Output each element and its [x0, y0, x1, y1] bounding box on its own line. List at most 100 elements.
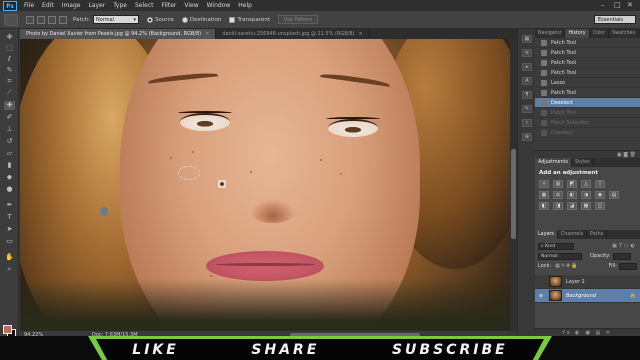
- hue-saturation-icon[interactable]: ▦: [539, 191, 549, 199]
- tab-paths[interactable]: Paths: [587, 230, 608, 239]
- menu-file[interactable]: File: [20, 2, 38, 9]
- layer-name[interactable]: Background: [566, 293, 596, 299]
- panel-history-icon[interactable]: ▦: [522, 35, 532, 43]
- blur-tool-icon[interactable]: ◆: [4, 173, 15, 182]
- panel-actions-icon[interactable]: ▸: [522, 63, 532, 71]
- layer-filter-select[interactable]: ⌕ Kind: [538, 242, 574, 250]
- history-item[interactable]: Patch Tool: [535, 38, 640, 48]
- intersect-selection-icon[interactable]: [59, 15, 67, 24]
- new-selection-icon[interactable]: [26, 15, 34, 24]
- pen-tool-icon[interactable]: ✒: [4, 201, 15, 210]
- close-icon[interactable]: ✕: [627, 1, 633, 9]
- brush-tool-icon[interactable]: ✐: [4, 113, 15, 122]
- delete-state-icon[interactable]: 🗑: [630, 152, 636, 158]
- document-canvas[interactable]: [20, 39, 510, 330]
- zoom-tool-icon[interactable]: ⌕: [4, 265, 15, 274]
- blend-mode-select[interactable]: Normal: [538, 252, 582, 260]
- history-item-undone[interactable]: Patch Selection: [535, 118, 640, 128]
- tab-channels[interactable]: Channels: [558, 230, 588, 239]
- crop-tool-icon[interactable]: ⌗: [4, 77, 15, 86]
- source-radio[interactable]: [146, 16, 153, 23]
- invert-icon[interactable]: ◧: [539, 202, 549, 210]
- dodge-tool-icon[interactable]: ●: [4, 185, 15, 194]
- history-item[interactable]: Patch Tool: [535, 58, 640, 68]
- close-tab-icon[interactable]: ×: [205, 31, 209, 37]
- panel-clone-source-icon[interactable]: ⊕: [522, 133, 532, 141]
- patch-selection-outline[interactable]: [178, 166, 200, 180]
- menu-image[interactable]: Image: [58, 2, 85, 9]
- close-tab-icon[interactable]: ×: [359, 31, 363, 37]
- add-selection-icon[interactable]: [37, 15, 45, 24]
- history-item[interactable]: Lasso: [535, 78, 640, 88]
- tab-document-active[interactable]: Photo by Daniel Xavier from Pexels.jpg @…: [20, 29, 217, 39]
- fill-field[interactable]: [619, 262, 637, 270]
- transparent-checkbox[interactable]: [229, 16, 236, 23]
- history-item-undone[interactable]: Deselect: [535, 128, 640, 138]
- move-tool-icon[interactable]: ✥: [4, 33, 15, 42]
- layer-row[interactable]: Layer 2: [535, 275, 640, 289]
- new-snapshot-icon[interactable]: ◙: [623, 152, 628, 158]
- menu-edit[interactable]: Edit: [38, 2, 58, 9]
- gradient-map-icon[interactable]: ▩: [581, 202, 591, 210]
- exposure-icon[interactable]: ◬: [581, 180, 591, 188]
- hand-tool-icon[interactable]: ✋: [4, 253, 15, 262]
- layer-name[interactable]: Layer 2: [566, 279, 585, 285]
- tab-swatches[interactable]: Swatches: [609, 29, 640, 38]
- posterize-icon[interactable]: ◨: [553, 202, 563, 210]
- menu-layer[interactable]: Layer: [84, 2, 109, 9]
- canvas-vertical-scrollbar[interactable]: [510, 39, 517, 330]
- tab-layers[interactable]: Layers: [535, 230, 558, 239]
- tab-document[interactable]: daniil-zaretiu-256946-unsplash.jpg @ 21.…: [216, 29, 370, 39]
- menu-view[interactable]: View: [180, 2, 202, 9]
- black-white-icon[interactable]: ◐: [567, 191, 577, 199]
- photo-filter-icon[interactable]: ◑: [581, 191, 591, 199]
- channel-mixer-icon[interactable]: ◉: [595, 191, 605, 199]
- lasso-tool-icon[interactable]: ℓ: [4, 55, 15, 64]
- selective-color-icon[interactable]: ◫: [595, 202, 605, 210]
- tab-color[interactable]: Color: [590, 29, 610, 38]
- menu-select[interactable]: Select: [131, 2, 158, 9]
- use-pattern-button[interactable]: Use Pattern: [277, 15, 318, 24]
- layers-footer[interactable]: fx ◐ ▣ ▤ ✕: [535, 328, 640, 336]
- patch-tool-preset-icon[interactable]: [4, 13, 18, 26]
- maximize-icon[interactable]: □: [614, 1, 621, 9]
- workspace-select[interactable]: Essentials: [594, 15, 636, 24]
- opacity-field[interactable]: [612, 252, 631, 260]
- layer-row-active[interactable]: ◉ Background 🔒: [535, 289, 640, 303]
- menu-filter[interactable]: Filter: [158, 2, 181, 9]
- quick-selection-tool-icon[interactable]: ✎: [4, 66, 15, 75]
- panel-brush-icon[interactable]: ✎: [522, 105, 532, 113]
- panel-properties-icon[interactable]: ≡: [522, 49, 532, 57]
- patch-mode-select[interactable]: Normal: [92, 15, 139, 25]
- history-item[interactable]: Patch Tool: [535, 88, 640, 98]
- scrollbar-thumb[interactable]: [511, 149, 516, 239]
- threshold-icon[interactable]: ◪: [567, 202, 577, 210]
- menu-window[interactable]: Window: [203, 2, 235, 9]
- subtract-selection-icon[interactable]: [48, 15, 56, 24]
- marquee-tool-icon[interactable]: ⬚: [4, 44, 15, 53]
- shape-tool-icon[interactable]: ▭: [4, 237, 15, 246]
- eraser-tool-icon[interactable]: ▱: [4, 149, 15, 158]
- clone-stamp-tool-icon[interactable]: ⊥: [4, 125, 15, 134]
- menu-type[interactable]: Type: [109, 2, 131, 9]
- curves-icon[interactable]: ◩: [567, 180, 577, 188]
- panel-character-icon[interactable]: A: [522, 77, 532, 85]
- tab-adjustments[interactable]: Adjustments: [535, 158, 573, 167]
- history-brush-tool-icon[interactable]: ↺: [4, 137, 15, 146]
- history-item[interactable]: Patch Tool: [535, 68, 640, 78]
- history-item-selected[interactable]: Deselect: [535, 98, 640, 108]
- history-item-undone[interactable]: Patch Tool: [535, 108, 640, 118]
- eyedropper-tool-icon[interactable]: ⟋: [4, 88, 15, 97]
- type-tool-icon[interactable]: T: [4, 213, 15, 222]
- path-selection-tool-icon[interactable]: ➤: [4, 225, 15, 234]
- patch-tool-icon[interactable]: ✚: [4, 101, 15, 110]
- tab-styles[interactable]: Styles: [572, 158, 594, 167]
- gradient-tool-icon[interactable]: ▮: [4, 161, 15, 170]
- vibrance-icon[interactable]: ▽: [595, 180, 605, 188]
- panel-paragraph-icon[interactable]: ¶: [522, 91, 532, 99]
- levels-icon[interactable]: ▥: [553, 180, 563, 188]
- history-item[interactable]: Patch Tool: [535, 48, 640, 58]
- destination-radio[interactable]: [181, 16, 188, 23]
- foreground-color-swatch[interactable]: [3, 325, 12, 334]
- menu-help[interactable]: Help: [234, 2, 256, 9]
